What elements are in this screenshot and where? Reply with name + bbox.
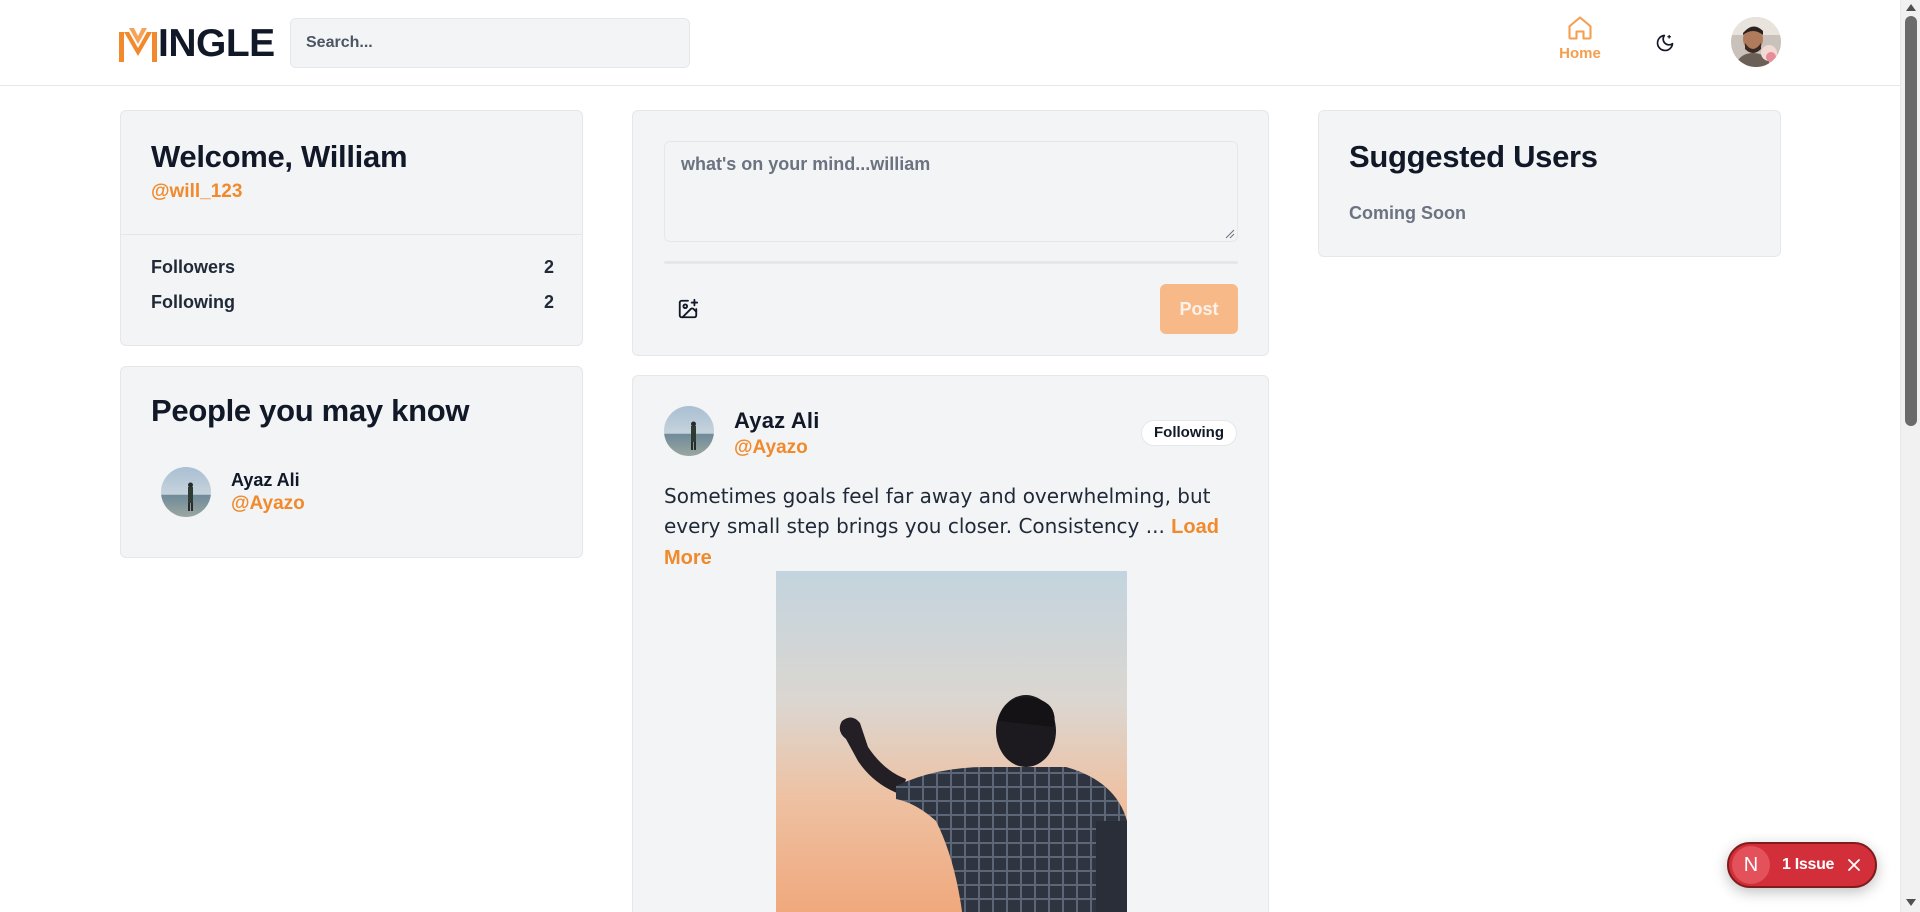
post-author-avatar[interactable] — [664, 406, 714, 456]
people-title: People you may know — [151, 393, 470, 428]
add-image-button[interactable] — [677, 298, 699, 320]
page-scrollbar[interactable] — [1900, 0, 1920, 912]
m-logo-icon — [119, 28, 157, 62]
person-avatar — [161, 467, 211, 517]
followers-count: 2 — [543, 257, 554, 277]
followers-label: Followers — [151, 257, 236, 277]
post-card: Ayaz Ali @Ayazo Following Sometimes goal… — [632, 375, 1269, 912]
image-plus-icon — [678, 298, 699, 319]
divider — [121, 234, 582, 235]
following-badge[interactable]: Following — [1141, 420, 1237, 446]
welcome-card: Welcome, William @will_123 Followers 2 F… — [120, 110, 583, 346]
top-navbar: INGLE Home — [0, 0, 1900, 86]
person-handle: @Ayazo — [231, 492, 305, 514]
person-name: Ayaz Ali — [231, 469, 300, 490]
post-image[interactable] — [776, 571, 1127, 912]
followers-row[interactable]: Followers 2 — [151, 257, 554, 278]
resize-grip-icon[interactable] — [1225, 229, 1235, 239]
nextjs-logo-icon: N — [1732, 846, 1770, 884]
scroll-down-arrow-icon[interactable] — [1906, 899, 1916, 906]
issue-count-label: 1 Issue — [1782, 856, 1835, 873]
search-input[interactable] — [290, 18, 690, 68]
post-button[interactable]: Post — [1160, 284, 1238, 334]
post-composer-card: Post — [632, 110, 1269, 356]
suggested-users-card: Suggested Users Coming Soon — [1318, 110, 1781, 257]
suggested-subtitle: Coming Soon — [1349, 203, 1466, 223]
people-you-may-know-card: People you may know Ayaz Ali @Ayazo — [120, 366, 583, 558]
nav-home-label: Home — [1559, 45, 1601, 62]
moon-icon — [1656, 34, 1674, 52]
composer-divider — [664, 261, 1238, 264]
following-row[interactable]: Following 2 — [151, 292, 554, 313]
home-icon — [1568, 16, 1592, 40]
user-avatar[interactable] — [1731, 17, 1781, 67]
welcome-title: Welcome, William — [151, 139, 408, 174]
following-count: 2 — [543, 292, 554, 312]
post-author-name[interactable]: Ayaz Ali — [734, 408, 820, 434]
theme-toggle-button[interactable] — [1652, 30, 1678, 56]
dev-issues-badge[interactable]: N 1 Issue — [1727, 842, 1877, 888]
post-text: Sometimes goals feel far away and overwh… — [664, 481, 1254, 573]
post-body: Sometimes goals feel far away and overwh… — [664, 484, 1211, 538]
close-icon[interactable] — [1846, 857, 1862, 873]
welcome-handle[interactable]: @will_123 — [151, 181, 242, 203]
following-label: Following — [151, 292, 235, 312]
person-item[interactable]: Ayaz Ali @Ayazo — [161, 467, 305, 517]
avatar-image — [1731, 17, 1781, 67]
nav-home[interactable]: Home — [1550, 14, 1610, 72]
logo-wordmark: INGLE — [158, 22, 275, 65]
scroll-thumb[interactable] — [1905, 16, 1917, 426]
scroll-up-arrow-icon[interactable] — [1906, 4, 1916, 11]
post-author-handle[interactable]: @Ayazo — [734, 437, 808, 459]
mingle-logo[interactable]: INGLE — [119, 24, 275, 64]
post-textarea[interactable] — [664, 141, 1238, 242]
suggested-title: Suggested Users — [1349, 139, 1598, 174]
